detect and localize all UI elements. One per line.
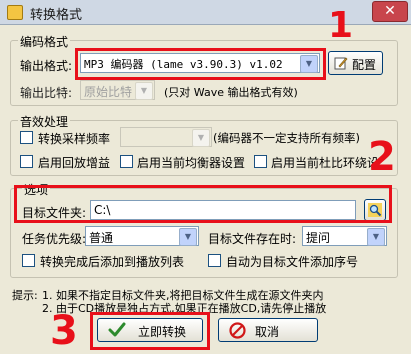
- cancel-button[interactable]: 取消: [218, 318, 318, 342]
- replay-gain-label: 启用回放增益: [38, 156, 111, 170]
- annotation-number-1: 1: [328, 5, 354, 46]
- bitrate-note: (只对 Wave 输出格式有效): [164, 86, 298, 99]
- exists-select[interactable]: 提问 ▼: [302, 226, 387, 246]
- surround-checkbox[interactable]: [254, 155, 267, 168]
- chevron-down-icon: ▼: [192, 129, 210, 147]
- window-title: 转换格式: [30, 8, 83, 23]
- replay-gain-checkbox[interactable]: [20, 155, 33, 168]
- rate-note: (编码器不一定支持所有频率): [213, 131, 360, 145]
- format-label: 输出格式:: [20, 59, 73, 73]
- sample-rate-select[interactable]: ▼: [120, 127, 212, 147]
- bitrate-label: 输出比特:: [20, 86, 73, 100]
- annotation-box-convert: [90, 312, 210, 350]
- equalizer-checkbox[interactable]: [120, 155, 133, 168]
- effects-group-label: 音效处理: [18, 113, 71, 130]
- bitrate-select[interactable]: 原始比特 ▼: [80, 80, 155, 100]
- priority-value: 普通: [89, 231, 114, 245]
- no-entry-icon: [229, 322, 246, 339]
- add-playlist-label: 转换完成后添加到播放列表: [40, 255, 185, 269]
- add-number-checkbox[interactable]: [208, 254, 221, 267]
- annotation-box-format: [75, 48, 326, 80]
- annotation-number-3: 3: [50, 308, 78, 354]
- config-label: 配置: [352, 58, 377, 72]
- chevron-down-icon: ▼: [367, 228, 385, 246]
- annotation-number-2: 2: [368, 134, 396, 180]
- hints-title: 提示:: [12, 289, 38, 302]
- config-button[interactable]: 配置: [328, 51, 383, 75]
- priority-select[interactable]: 普通 ▼: [85, 226, 199, 246]
- encoding-group-label: 编码格式: [18, 33, 71, 50]
- bitrate-value: 原始比特: [84, 85, 133, 99]
- add-playlist-checkbox[interactable]: [22, 254, 35, 267]
- equalizer-label: 启用当前均衡器设置: [137, 156, 246, 170]
- exists-label: 目标文件存在时:: [208, 232, 297, 246]
- convert-rate-label: 转换采样频率: [38, 132, 111, 146]
- annotation-box-folder: [14, 185, 392, 223]
- close-button[interactable]: ✕: [372, 1, 408, 22]
- exists-value: 提问: [306, 231, 331, 245]
- add-number-label: 自动为目标文件添加序号: [226, 255, 359, 269]
- chevron-down-icon: ▼: [179, 228, 197, 246]
- app-icon: [7, 5, 23, 20]
- chevron-down-icon: ▼: [135, 82, 153, 100]
- convert-rate-checkbox[interactable]: [20, 131, 33, 144]
- cancel-label: 取消: [255, 325, 280, 339]
- edit-icon: [334, 57, 348, 70]
- priority-label: 任务优先级:: [22, 232, 87, 246]
